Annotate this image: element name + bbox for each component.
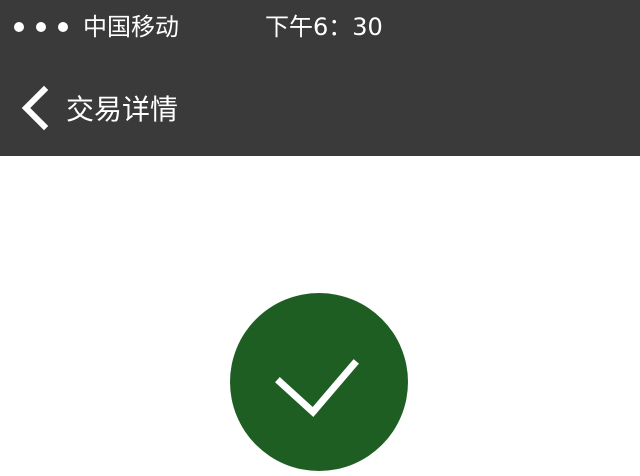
signal-dot bbox=[14, 22, 24, 32]
status-time: 下午6：30 bbox=[265, 13, 383, 41]
carrier-name: 中国移动 bbox=[83, 13, 179, 41]
signal-dot bbox=[58, 22, 68, 32]
success-badge bbox=[230, 293, 408, 471]
signal-dots-icon bbox=[14, 22, 68, 32]
app-header: 中国移动 下午6：30 交易详情 bbox=[0, 0, 640, 156]
signal-dot bbox=[36, 22, 46, 32]
transaction-detail-content bbox=[0, 156, 640, 476]
back-button[interactable] bbox=[12, 84, 56, 132]
status-bar: 中国移动 下午6：30 bbox=[0, 0, 640, 56]
checkmark-icon bbox=[275, 359, 359, 418]
page-title: 交易详情 bbox=[66, 93, 179, 126]
nav-bar: 交易详情 bbox=[0, 56, 640, 156]
chevron-left-icon bbox=[21, 85, 49, 131]
